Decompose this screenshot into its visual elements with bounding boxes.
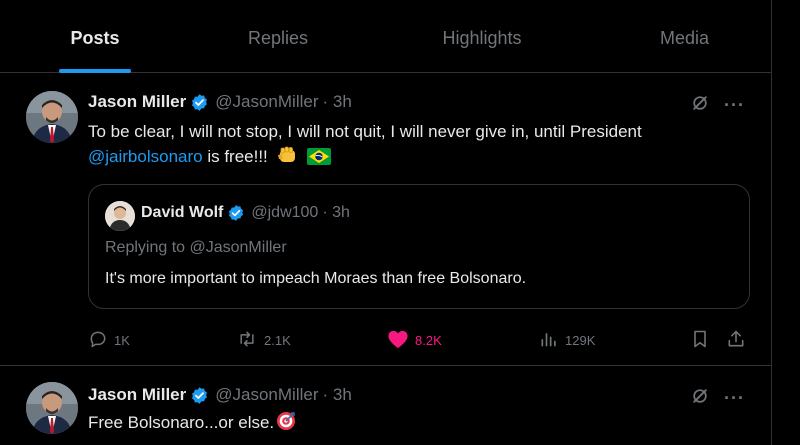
post-top-actions: ··· — [690, 93, 745, 118]
verified-badge-icon — [190, 386, 209, 405]
tab-highlights[interactable]: Highlights — [366, 0, 598, 73]
like-count: 8.2K — [415, 332, 442, 348]
post-time[interactable]: · 3h — [323, 92, 352, 112]
author-name[interactable]: Jason Miller — [88, 92, 186, 112]
author-name[interactable]: Jason Miller — [88, 385, 186, 405]
tab-label: Posts — [70, 28, 120, 48]
post-text-before: To be clear, I will not stop, I will not… — [88, 122, 642, 141]
post-text: To be clear, I will not stop, I will not… — [88, 119, 748, 172]
reply-icon — [88, 329, 108, 352]
views-icon — [539, 329, 559, 352]
tab-label: Highlights — [442, 28, 522, 48]
quoted-post[interactable]: David Wolf @jdw100 · 3h Replying to @Jas… — [88, 184, 750, 309]
replying-to: Replying to @JasonMiller — [105, 239, 287, 256]
post-header: Jason Miller @JasonMiller · 3h — [88, 385, 352, 405]
bookmark-button[interactable] — [690, 328, 710, 352]
tab-media[interactable]: Media — [598, 0, 771, 73]
quote-time: · 3h — [322, 204, 350, 221]
grok-icon[interactable] — [690, 93, 710, 118]
post-time[interactable]: · 3h — [323, 385, 352, 405]
repost-button[interactable]: 2.1K — [236, 328, 291, 352]
tab-label: Replies — [247, 28, 309, 48]
post-actions: 1K 2.1K 8.2K 129K — [88, 328, 753, 352]
like-button[interactable]: 8.2K — [387, 328, 442, 352]
brazil-flag-icon — [307, 147, 332, 172]
more-options-icon[interactable]: ··· — [724, 388, 745, 409]
quote-avatar — [105, 201, 135, 231]
target-icon — [276, 411, 296, 438]
share-icon — [726, 329, 746, 352]
mention-link[interactable]: @jairbolsonaro — [88, 147, 203, 166]
verified-badge-icon — [190, 93, 209, 112]
bookmark-icon — [690, 329, 710, 352]
grok-icon[interactable] — [690, 386, 710, 411]
share-button[interactable] — [726, 328, 746, 352]
fist-icon — [277, 145, 299, 172]
profile-tabs: Posts Replies Highlights Media — [0, 0, 771, 73]
author-handle[interactable]: @JasonMiller — [215, 92, 318, 112]
tab-posts[interactable]: Posts — [0, 0, 190, 73]
tab-label: Media — [659, 28, 710, 48]
quote-author-name: David Wolf — [141, 204, 224, 221]
reply-count: 1K — [114, 332, 130, 348]
post-header: Jason Miller @JasonMiller · 3h — [88, 92, 352, 112]
views-count: 129K — [565, 332, 596, 348]
post-top-actions: ··· — [690, 386, 745, 411]
post-text: Free Bolsonaro...or else. — [88, 410, 296, 438]
avatar[interactable] — [26, 91, 78, 143]
verified-badge-icon — [227, 204, 245, 222]
heart-icon — [387, 329, 409, 352]
post-text-after: is free!!! — [202, 147, 268, 166]
reply-button[interactable]: 1K — [88, 328, 130, 352]
post[interactable]: Jason Miller @JasonMiller · 3h ··· Free … — [0, 366, 771, 445]
views-button[interactable]: 129K — [539, 328, 595, 352]
repost-count: 2.1K — [264, 332, 291, 348]
quote-header: David Wolf @jdw100 · 3h — [141, 204, 350, 222]
avatar[interactable] — [26, 382, 78, 434]
more-options-icon[interactable]: ··· — [724, 95, 745, 116]
post[interactable]: Jason Miller @JasonMiller · 3h ··· To be… — [0, 73, 771, 366]
quote-text: It's more important to impeach Moraes th… — [105, 270, 527, 287]
author-handle[interactable]: @JasonMiller — [215, 385, 318, 405]
post-text-body: Free Bolsonaro...or else. — [88, 413, 275, 432]
timeline-column: Posts Replies Highlights Media Jason Mil… — [0, 0, 772, 445]
tab-replies[interactable]: Replies — [190, 0, 366, 73]
quote-author-handle: @jdw100 — [251, 204, 319, 221]
repost-icon — [236, 329, 258, 352]
